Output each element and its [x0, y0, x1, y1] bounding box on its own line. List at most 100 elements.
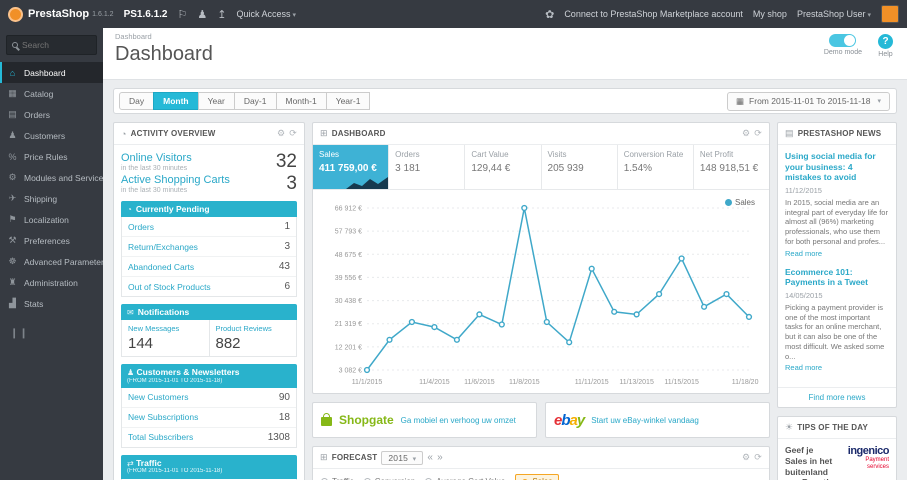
kpi-cart-value[interactable]: Cart Value 129,44 €	[465, 145, 542, 189]
activity-overview-icon: ◔	[121, 128, 127, 139]
panel-refresh-icon[interactable]: ⟳	[754, 452, 762, 463]
filter-year-button[interactable]: Year	[197, 92, 235, 110]
clock-icon: ◔	[127, 204, 132, 214]
avatar[interactable]	[881, 5, 899, 23]
read-more-link[interactable]: Read more	[785, 363, 822, 372]
breadcrumb[interactable]: Dashboard	[115, 32, 895, 41]
dashboard-panel-icon: ⊞	[320, 128, 328, 138]
shopgate-ad: Shopgate Ga mobiel en verhoog uw omzet	[312, 402, 537, 438]
cart-icon[interactable]: ⚐	[177, 8, 187, 21]
sidebar-item-modules[interactable]: ⚙ Modules and Services	[0, 167, 103, 188]
traffic-icon: ⇄	[127, 458, 134, 468]
help-label: Help	[878, 51, 893, 58]
quick-access-menu[interactable]: Quick Access ▾	[236, 9, 296, 19]
chevron-down-icon: ▾	[412, 455, 417, 463]
svg-text:39 556 €: 39 556 €	[335, 275, 362, 282]
advanced-parameters-icon: ☸	[8, 256, 17, 266]
pending-row-orders: Orders 1	[122, 217, 296, 237]
shopgate-link[interactable]: Ga mobiel en verhoog uw omzet	[401, 416, 516, 425]
svg-text:12 201 €: 12 201 €	[335, 344, 362, 351]
read-more-link[interactable]: Read more	[785, 249, 822, 258]
sidebar-item-dashboard[interactable]: ⌂ Dashboard	[0, 62, 103, 83]
sidebar-item-orders[interactable]: ▤ Orders	[0, 104, 103, 125]
chart-legend[interactable]: Sales	[724, 198, 755, 207]
sidebar-item-localization[interactable]: ⚑ Localization	[0, 209, 103, 230]
tip-headline: Geef je Sales in het buitenland een Boos…	[785, 445, 833, 480]
customers-newsletters-header: ♟ Customers & Newsletters (FROM 2015-11-…	[121, 364, 297, 388]
filter-day-1-button[interactable]: Day-1	[233, 92, 277, 110]
shopgate-logo: Shopgate	[339, 413, 394, 427]
help-icon[interactable]: ?	[878, 34, 893, 49]
orders-icon: ▤	[8, 109, 17, 119]
sidebar-item-catalog[interactable]: ▦ Catalog	[0, 83, 103, 104]
article-excerpt: Picking a payment provider is one of the…	[785, 302, 885, 361]
panel-settings-icon[interactable]: ⚙	[742, 452, 750, 463]
filter-day-button[interactable]: Day	[119, 92, 155, 110]
active-carts-link[interactable]: Active Shopping Carts	[121, 174, 230, 186]
date-range-button[interactable]: ▦ From 2015-11-01 To 2015-11-18 ▾	[727, 91, 890, 111]
tips-panel-title: Tips of the day	[797, 423, 868, 433]
panel-refresh-icon[interactable]: ⟳	[754, 128, 762, 139]
activity-overview-title: Activity overview	[130, 129, 216, 138]
filter-month-1-button[interactable]: Month-1	[275, 92, 327, 110]
forecast-next-icon[interactable]: »	[437, 452, 443, 463]
prestashop-logo[interactable]: PrestaShop 1.6.1.2	[8, 6, 114, 22]
article-title-link[interactable]: Ecommerce 101: Payments in a Tweet	[785, 267, 889, 288]
envelope-icon: ✉	[127, 307, 134, 317]
kpi-conversion-rate[interactable]: Conversion Rate 1.54%	[618, 145, 694, 189]
price-rules-icon: %	[8, 151, 17, 162]
sidebar-item-shipping[interactable]: ✈ Shipping	[0, 188, 103, 209]
logo-text: PrestaShop	[28, 8, 90, 20]
svg-text:30 438 €: 30 438 €	[335, 298, 362, 305]
filter-year-1-button[interactable]: Year-1	[325, 92, 371, 110]
kpi-sales[interactable]: Sales 411 759,00 €	[313, 145, 390, 189]
ebay-logo: ebay	[554, 411, 585, 429]
sidebar-item-advanced-parameters[interactable]: ☸ Advanced Parameters	[0, 251, 103, 272]
panel-refresh-icon[interactable]: ⟳	[289, 128, 297, 139]
administration-icon: ♜	[8, 277, 17, 287]
sidebar-search[interactable]	[6, 35, 97, 55]
forecast-prev-icon[interactable]: «	[427, 452, 433, 463]
modules-icon: ⚙	[8, 172, 17, 182]
find-more-news-link[interactable]: Find more news	[778, 387, 896, 407]
article-date: 11/12/2015	[785, 185, 822, 195]
filter-month-button[interactable]: Month	[153, 92, 199, 110]
sidebar-item-customers[interactable]: ♟ Customers	[0, 125, 103, 146]
prestashop-logo-icon	[8, 6, 23, 22]
forecast-panel-title: Forecast	[331, 453, 378, 462]
kpi-net-profit[interactable]: Net Profit 148 918,51 €	[694, 145, 769, 189]
version-label: 1.6.1.2	[92, 10, 114, 18]
panel-settings-icon[interactable]: ⚙	[277, 128, 285, 139]
demo-mode-toggle[interactable]	[829, 34, 857, 47]
sidebar-item-administration[interactable]: ♜ Administration	[0, 272, 103, 293]
article-title-link[interactable]: Using social media for your business: 4 …	[785, 151, 889, 183]
ebay-link[interactable]: Start uw eBay-winkel vandaag	[591, 416, 699, 425]
marketplace-link[interactable]: Connect to PrestaShop Marketplace accoun…	[564, 9, 743, 19]
preferences-icon: ⚒	[8, 235, 17, 245]
sidebar-item-stats[interactable]: ▟ Stats	[0, 293, 103, 314]
sidebar-item-preferences[interactable]: ⚒ Preferences	[0, 230, 103, 251]
kpi-orders[interactable]: Orders 3 181	[389, 145, 466, 189]
panel-settings-icon[interactable]: ⚙	[742, 128, 750, 139]
sidebar: ⌂Dashboard ▦Catalog ▤Orders ♟Customers %…	[0, 28, 103, 480]
svg-text:11/1/2015: 11/1/2015	[352, 379, 383, 386]
user-menu[interactable]: PrestaShop User ▾	[797, 9, 871, 19]
pending-row-out-of-stock: Out of Stock Products 6	[128, 281, 290, 292]
main-content: Dashboard Dashboard Demo mode ? Help Day…	[103, 28, 907, 480]
my-shop-link[interactable]: My shop	[753, 9, 787, 19]
collapse-sidebar-button[interactable]: ❙❙	[10, 328, 103, 339]
forecast-year-select[interactable]: 2015 ▾	[381, 450, 424, 465]
dashboard-icon: ⌂	[9, 67, 16, 78]
profile-icon[interactable]: ♟	[197, 8, 207, 21]
forecast-option-sales[interactable]: Sales	[515, 474, 560, 480]
online-visitors-sub: in the last 30 minutes	[121, 165, 188, 172]
online-visitors-link[interactable]: Online Visitors	[121, 152, 192, 164]
people-icon: ♟	[127, 368, 135, 377]
upgrade-icon[interactable]: ↥	[217, 8, 226, 21]
search-input[interactable]	[22, 40, 92, 50]
kpi-visits[interactable]: Visits 205 939	[542, 145, 618, 189]
svg-text:11/11/2015: 11/11/2015	[575, 379, 609, 386]
news-article: Ecommerce 101: Payments in a Tweet 14/05…	[785, 267, 889, 374]
date-filter-bar: Day Month Year Day-1 Month-1 Year-1 ▦ Fr…	[113, 88, 897, 114]
sidebar-item-price-rules[interactable]: % Price Rules	[0, 146, 103, 167]
